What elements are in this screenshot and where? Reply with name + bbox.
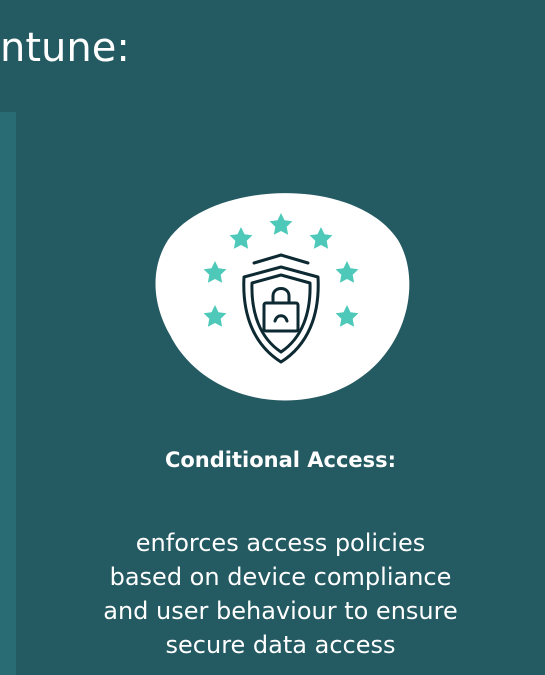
description-line: enforces access policies bbox=[135, 529, 426, 557]
section-heading: ntune: bbox=[0, 25, 130, 71]
card-title: Conditional Access: bbox=[164, 448, 397, 472]
description-line: secure data access bbox=[165, 631, 396, 659]
description-line: and user behaviour to ensure bbox=[103, 597, 458, 625]
left-panel bbox=[0, 112, 16, 675]
description-line: based on device compliance bbox=[109, 563, 452, 591]
icon-badge bbox=[150, 185, 412, 401]
shield-lock-stars-icon bbox=[155, 193, 410, 401]
card-description: enforces access policies based on device… bbox=[16, 526, 545, 662]
